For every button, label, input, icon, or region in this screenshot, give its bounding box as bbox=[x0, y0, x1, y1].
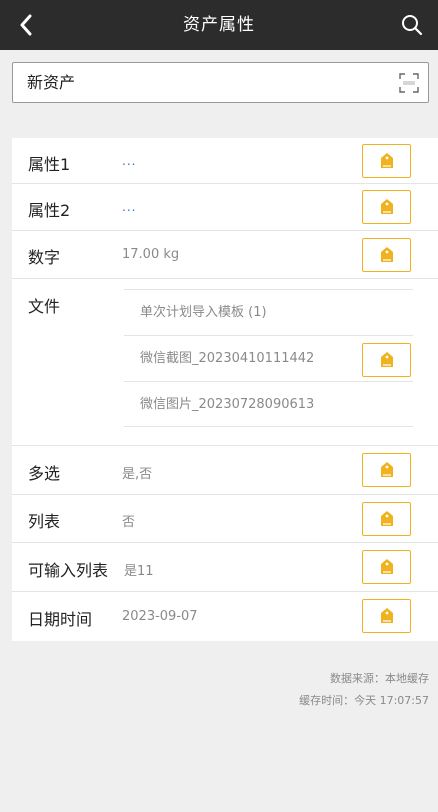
attribute-value: ... bbox=[122, 200, 137, 214]
attribute-label: 多选 bbox=[28, 464, 61, 483]
attribute-row-1: 属性1 ... bbox=[12, 138, 438, 184]
file-item[interactable]: 单次计划导入模板 (1) bbox=[124, 289, 413, 335]
attribute-value: 是11 bbox=[124, 564, 154, 579]
data-source-text: 数据来源：本地缓存 bbox=[330, 672, 429, 685]
attribute-value: 17.00 kg bbox=[122, 247, 180, 262]
attribute-label: 数字 bbox=[28, 248, 61, 267]
attribute-label: 文件 bbox=[28, 297, 61, 316]
edit-button[interactable] bbox=[362, 453, 411, 487]
page-title: 资产属性 bbox=[183, 15, 255, 35]
attribute-label: 属性2 bbox=[28, 201, 71, 220]
edit-tag-icon bbox=[380, 511, 393, 526]
edit-tag-icon bbox=[380, 247, 393, 262]
edit-tag-icon bbox=[380, 199, 393, 214]
file-item[interactable]: 微信图片_20230728090613 bbox=[124, 381, 413, 427]
edit-button[interactable] bbox=[362, 238, 411, 272]
edit-button[interactable] bbox=[362, 502, 411, 536]
attribute-row-3: 数字 17.00 kg bbox=[12, 231, 438, 279]
scan-icon[interactable] bbox=[398, 72, 420, 94]
asset-name-value[interactable]: 新资产 bbox=[27, 63, 75, 102]
edit-button[interactable] bbox=[362, 144, 411, 178]
edit-button[interactable] bbox=[362, 599, 411, 633]
attribute-row-6: 列表 否 bbox=[12, 495, 438, 543]
attribute-value: ... bbox=[122, 154, 137, 168]
attribute-value: 是,否 bbox=[122, 467, 153, 482]
edit-button[interactable] bbox=[362, 343, 411, 377]
attribute-row-7: 可输入列表 是11 bbox=[12, 543, 438, 592]
search-icon bbox=[402, 15, 423, 36]
edit-tag-icon bbox=[380, 608, 393, 623]
attribute-label: 日期时间 bbox=[28, 610, 93, 629]
attribute-value: 2023-09-07 bbox=[122, 609, 198, 624]
edit-tag-icon bbox=[380, 559, 393, 574]
attribute-row-files: 文件 单次计划导入模板 (1) 微信截图_20230410111442 微信图片… bbox=[12, 279, 438, 446]
cache-info: 数据来源：本地缓存 缓存时间：今天 17:07:57 bbox=[299, 668, 429, 712]
attribute-label: 列表 bbox=[28, 512, 61, 531]
attribute-row-5: 多选 是,否 bbox=[12, 446, 438, 495]
attribute-label: 属性1 bbox=[28, 155, 71, 174]
attribute-row-8: 日期时间 2023-09-07 bbox=[12, 592, 438, 641]
edit-tag-icon bbox=[380, 462, 393, 477]
attribute-value: 否 bbox=[122, 515, 136, 530]
attribute-row-2: 属性2 ... bbox=[12, 184, 438, 231]
edit-button[interactable] bbox=[362, 550, 411, 584]
attribute-list: 属性1 ... 属性2 ... 数字 17.00 kg 文件 单次计划导入模板 … bbox=[12, 138, 438, 641]
edit-tag-icon bbox=[380, 352, 393, 367]
asset-name-field[interactable]: 新资产 bbox=[12, 62, 429, 103]
search-button[interactable] bbox=[390, 0, 434, 50]
edit-button[interactable] bbox=[362, 190, 411, 224]
attribute-label: 可输入列表 bbox=[28, 561, 109, 580]
cache-time-text: 缓存时间：今天 17:07:57 bbox=[299, 694, 429, 707]
top-bar: 资产属性 bbox=[0, 0, 438, 50]
edit-tag-icon bbox=[380, 153, 393, 168]
